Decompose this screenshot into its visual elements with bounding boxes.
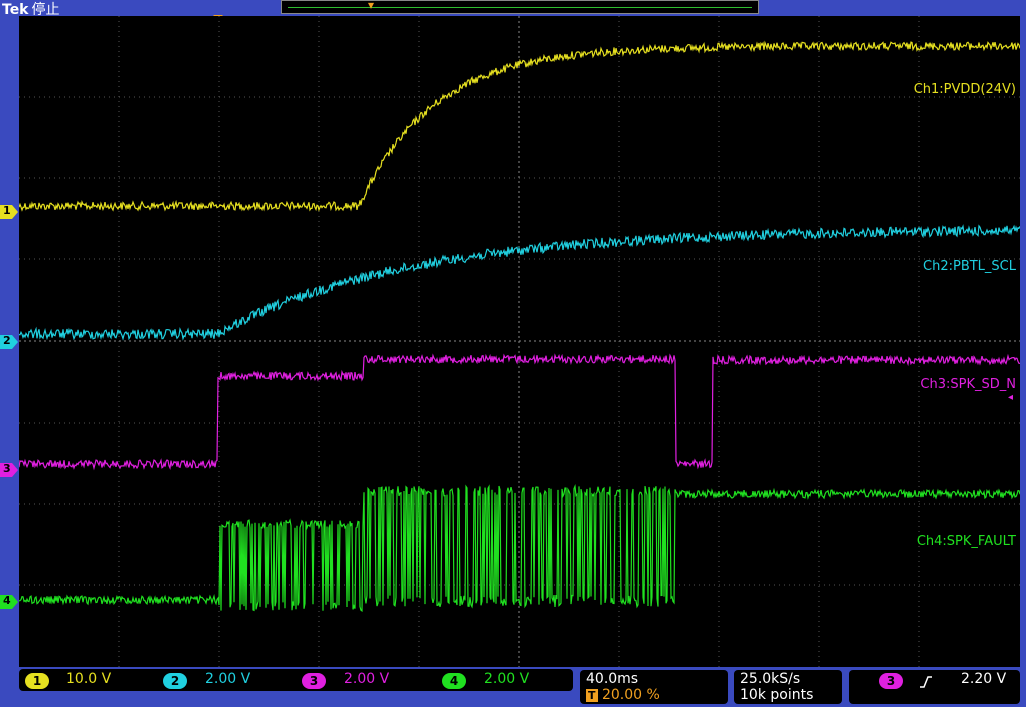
ch4-badge[interactable]: 4 [442, 673, 466, 689]
rising-edge-icon [920, 676, 932, 688]
horizontal-scale: 40.0ms [586, 671, 639, 687]
ch2-scale: 2.00 V [205, 671, 251, 687]
sample-rate: 25.0kS/s [740, 671, 801, 687]
ch3-badge[interactable]: 3 [302, 673, 326, 689]
trigger-source-badge: 3 [879, 673, 903, 689]
trigger-position-value: 20.00 % [601, 687, 660, 703]
trigger-level: 2.20 V [961, 671, 1007, 687]
ch2-label: Ch2:PBTL_SCL [923, 259, 1016, 274]
trigger-position-readout: T 20.00 % [586, 687, 660, 703]
ch1-badge[interactable]: 1 [25, 673, 49, 689]
ch1-scale: 10.0 V [66, 671, 112, 687]
timebase-panel[interactable]: 40.0ms T 20.00 % [580, 670, 728, 704]
right-frame [1020, 16, 1026, 667]
trigger-level-arrow-icon: ◂ [1008, 392, 1014, 403]
ch1-label: Ch1:PVDD(24V) [913, 82, 1016, 97]
waveform-display [19, 16, 1020, 667]
trigger-position-icon: T [586, 689, 598, 702]
ch4-ground-marker[interactable]: 4 [0, 594, 18, 609]
ch2-ground-marker[interactable]: 2 [0, 334, 18, 349]
record-line [288, 7, 752, 8]
record-length: 10k points [740, 687, 814, 703]
ch4-scale: 2.00 V [484, 671, 530, 687]
ch3-label: Ch3:SPK_SD_N [920, 377, 1016, 392]
ch3-ground-marker[interactable]: 3 [0, 462, 18, 477]
trigger-position-icon: ▾ [368, 0, 375, 12]
ch1-ground-marker[interactable]: 1 [0, 204, 18, 219]
status-bar: Tek 停止 ▾ [0, 0, 1026, 18]
record-view-window[interactable] [281, 0, 759, 14]
acquisition-panel[interactable]: 25.0kS/s 10k points [734, 670, 842, 704]
ch2-badge[interactable]: 2 [163, 673, 187, 689]
ch3-scale: 2.00 V [344, 671, 390, 687]
trigger-panel[interactable]: 3 2.20 V [849, 670, 1020, 704]
ch4-label: Ch4:SPK_FAULT [916, 534, 1016, 549]
